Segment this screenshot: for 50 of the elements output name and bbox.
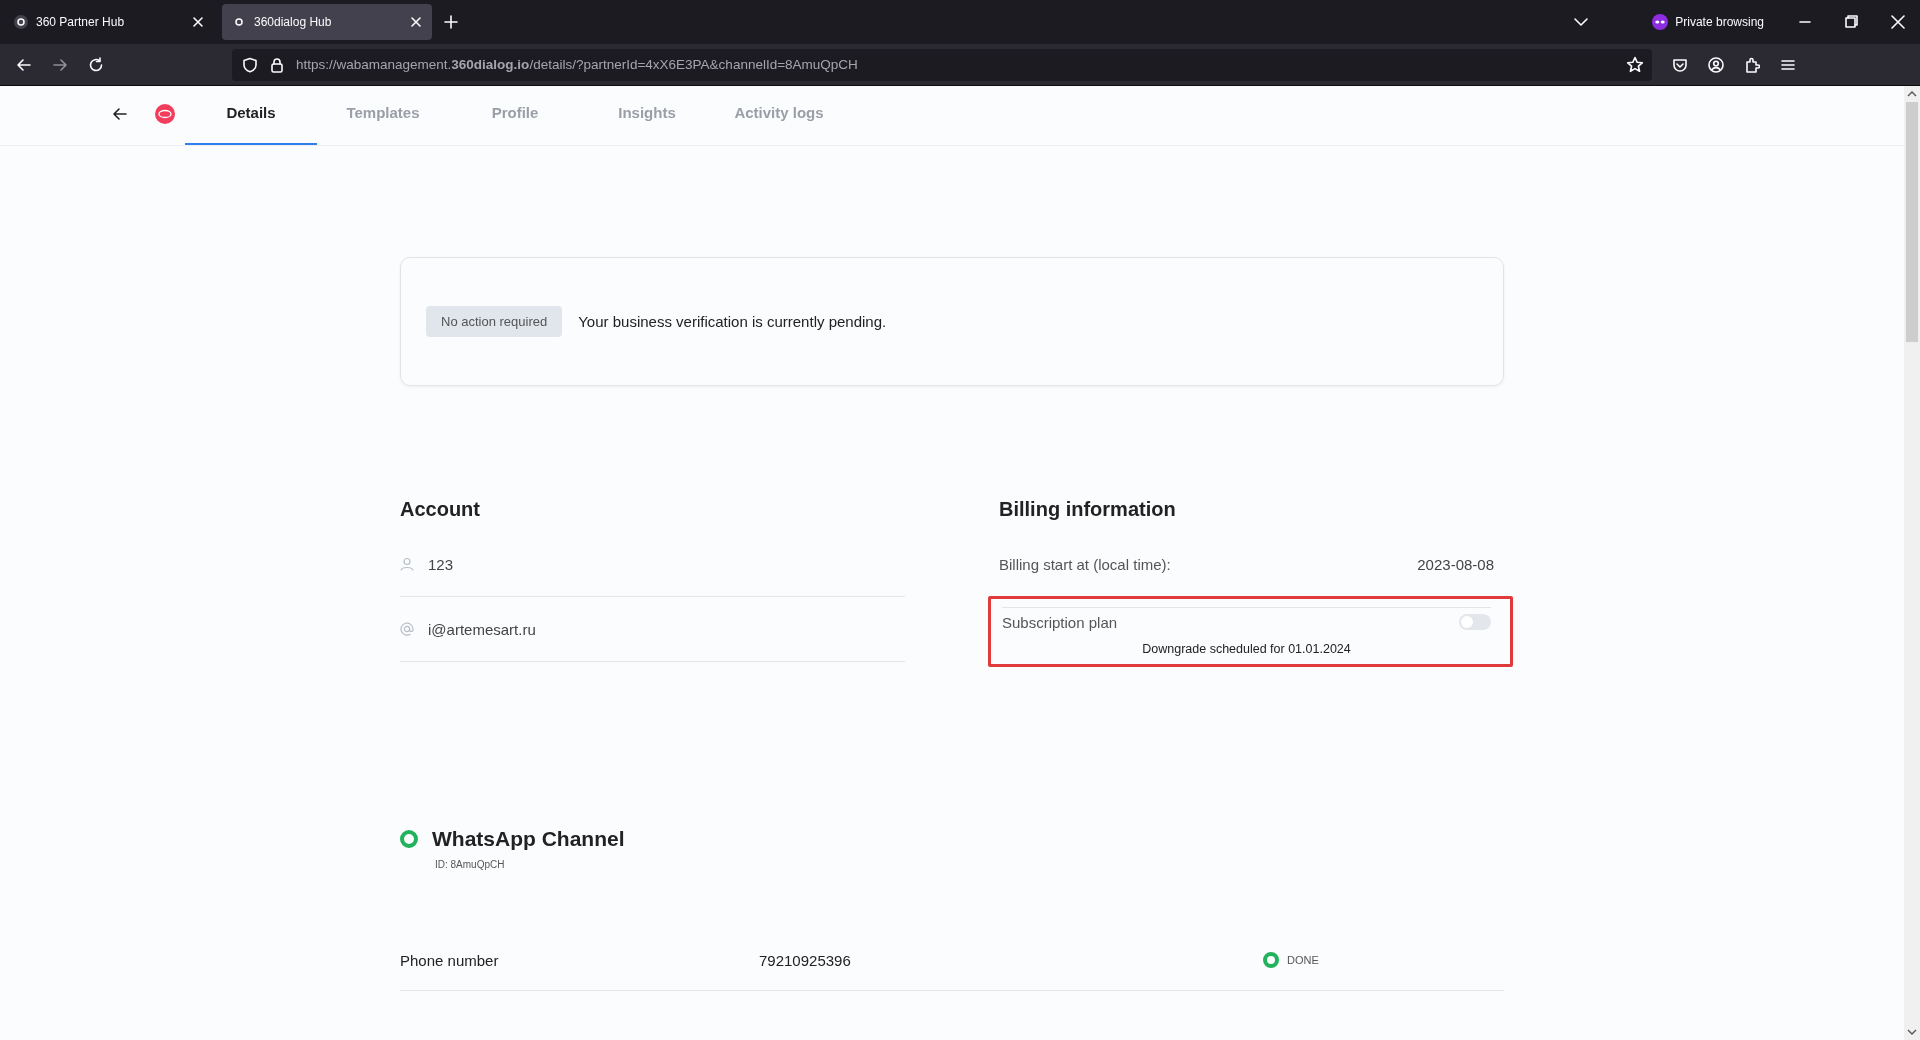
field-label: Subscription plan: [1002, 613, 1118, 631]
tab-title: 360 Partner Hub: [36, 15, 126, 29]
site-logo-icon: [14, 15, 28, 29]
star-icon[interactable]: [1626, 55, 1644, 74]
section-heading: Account: [400, 498, 481, 522]
field-label: Billing start at (local time):: [999, 555, 1171, 573]
field-value: 2023-08-08: [1417, 555, 1494, 573]
verification-message: Your business verification is currently pending.: [578, 313, 887, 330]
mask-icon: [1652, 14, 1669, 30]
close-icon[interactable]: [410, 16, 422, 28]
extensions-icon[interactable]: [1744, 56, 1760, 73]
status-ring-icon: [400, 830, 418, 848]
page-tab[interactable]: Details: [185, 86, 317, 145]
site-logo-icon: [232, 15, 246, 29]
account-value: i@artemesart.ru: [428, 620, 536, 638]
new-tab-icon[interactable]: [444, 15, 458, 29]
account-icon[interactable]: [1708, 56, 1724, 73]
shield-icon: [242, 56, 258, 73]
browser-tab[interactable]: 360 Partner Hub: [4, 4, 214, 40]
scrollbar[interactable]: [1904, 86, 1920, 1040]
scroll-thumb[interactable]: [1906, 102, 1918, 342]
address-bar[interactable]: https://wabamanagement.360dialog.io/details/?partnerId=4xX6E3PA&channelId=8AmuQpCH: [232, 48, 1652, 81]
user-icon: [400, 557, 414, 571]
scroll-down-icon[interactable]: [1907, 1028, 1917, 1036]
back-icon[interactable]: [16, 56, 32, 73]
reload-icon[interactable]: [88, 56, 104, 73]
at-sign-icon: [400, 622, 414, 636]
forward-icon[interactable]: [52, 56, 68, 73]
tab-title: 360dialog Hub: [254, 15, 333, 29]
field-label: Phone number: [400, 951, 500, 969]
section-heading: Billing information: [999, 498, 1177, 522]
account-value: 123: [428, 555, 454, 573]
toggle-switch[interactable]: [1459, 614, 1491, 630]
back-arrow-icon[interactable]: [113, 107, 127, 120]
channel-title: WhatsApp Channel: [432, 827, 625, 851]
logo-icon: [155, 103, 175, 124]
private-browsing-label: Private browsing: [1675, 15, 1764, 29]
browser-tab[interactable]: 360dialog Hub: [222, 4, 432, 40]
field-value: 79210925396: [759, 951, 852, 969]
status-ring-icon: [1263, 952, 1279, 968]
pocket-icon[interactable]: [1672, 56, 1688, 73]
url-text: https://wabamanagement.360dialog.io/details/?partnerId=4xX6E3PA&channelId=8AmuQpCH: [296, 57, 858, 72]
downgrade-note: Downgrade scheduled for 01.01.2024: [1141, 642, 1352, 656]
close-icon[interactable]: [192, 16, 204, 28]
status-text: DONE: [1287, 954, 1319, 966]
channel-id: ID: 8AmuQpCH: [435, 859, 506, 870]
scroll-up-icon[interactable]: [1907, 90, 1917, 98]
status-badge: No action required: [426, 306, 563, 337]
tab-list-icon[interactable]: [1574, 17, 1589, 27]
lock-icon: [269, 56, 285, 73]
